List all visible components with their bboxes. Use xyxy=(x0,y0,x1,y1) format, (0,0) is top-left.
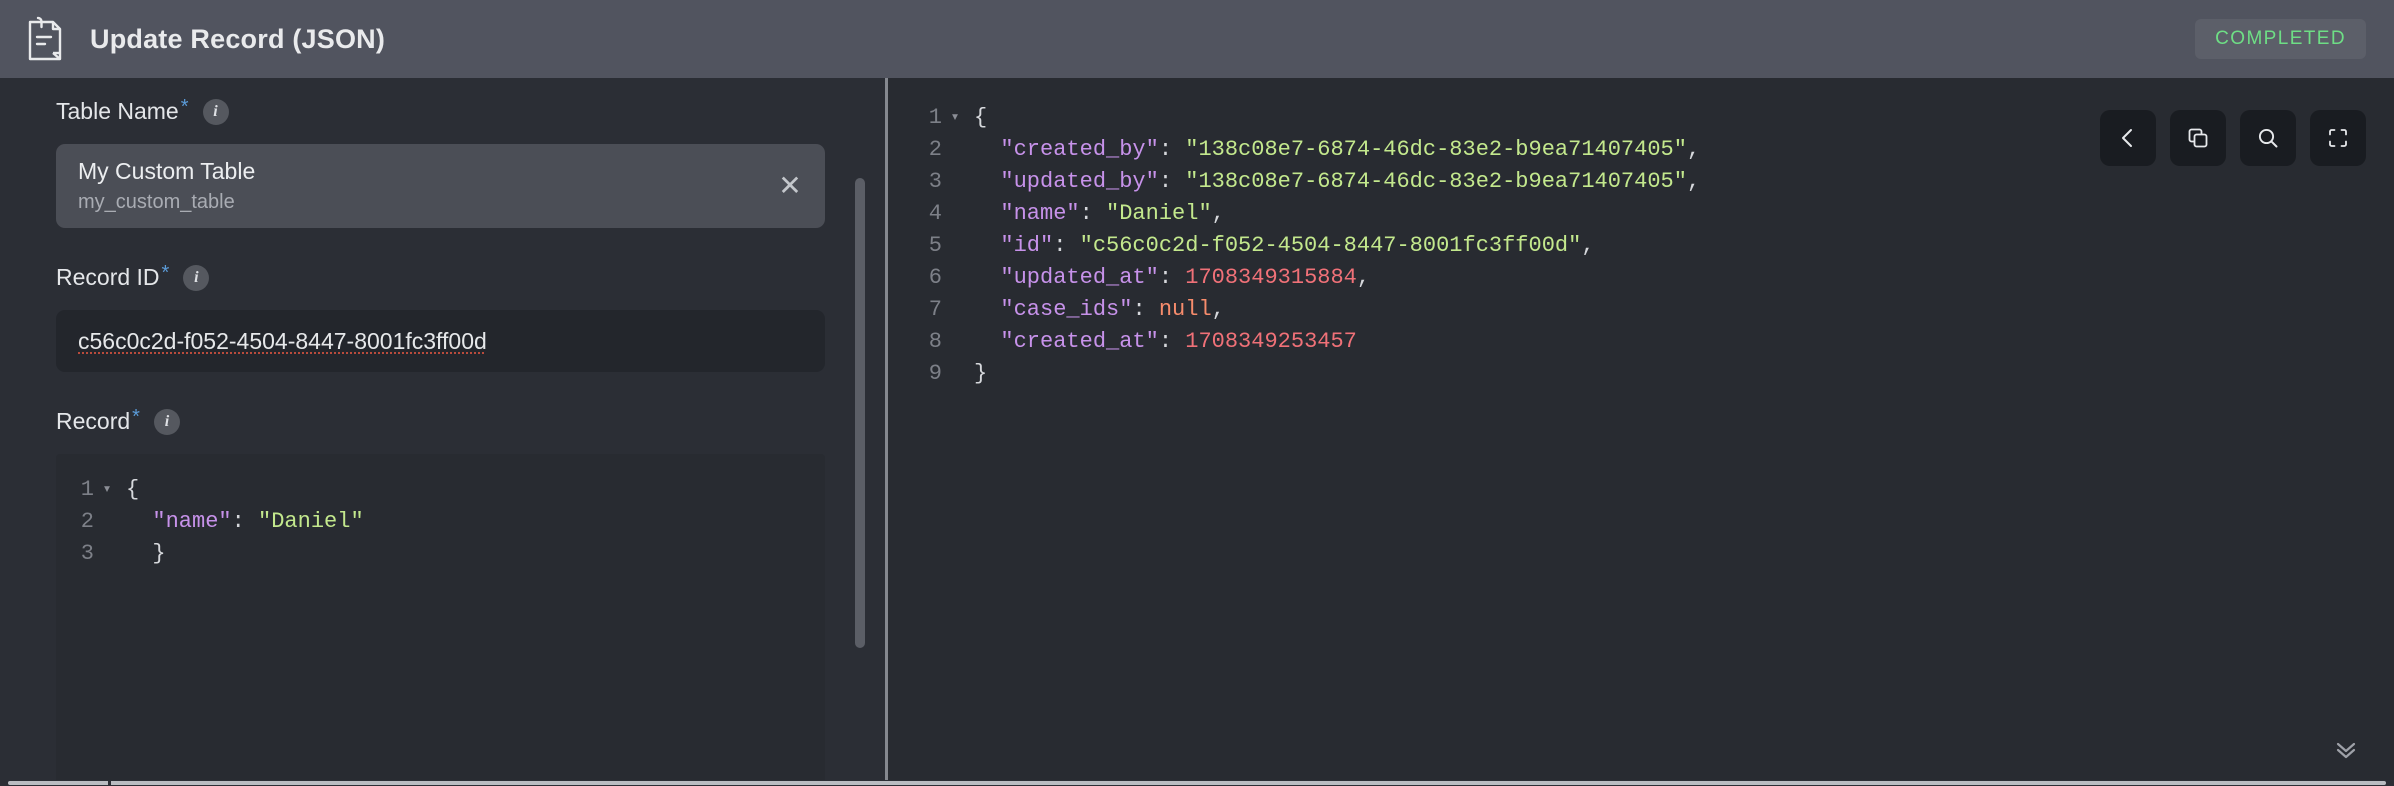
required-asterisk: * xyxy=(132,406,140,428)
code-text: "name": "Daniel" xyxy=(152,509,364,534)
required-asterisk: * xyxy=(161,262,170,284)
dialog-titlebar: Update Record (JSON) COMPLETED xyxy=(0,0,2394,78)
record-label-row: Record * i xyxy=(56,406,825,440)
line-number: 4 xyxy=(928,201,942,226)
code-line: 9▾} xyxy=(906,358,2394,390)
line-number: 9 xyxy=(928,361,942,386)
code-text: "created_at": 1708349253457 xyxy=(1000,329,1357,354)
required-asterisk: * xyxy=(180,96,189,118)
info-icon[interactable]: i xyxy=(153,409,180,435)
line-number: 8 xyxy=(928,329,942,354)
update-record-json-dialog: Update Record (JSON) COMPLETED Table Nam… xyxy=(0,0,2394,786)
info-icon[interactable]: i xyxy=(183,265,210,291)
chevron-left-icon xyxy=(2116,126,2140,150)
fullscreen-icon xyxy=(2326,126,2350,150)
json-output-pane: 1▾{2▾ "created_by": "138c08e7-6874-46dc-… xyxy=(888,78,2394,786)
record-id-input[interactable] xyxy=(56,310,825,372)
code-text: "updated_by": "138c08e7-6874-46dc-83e2-b… xyxy=(1000,169,1701,194)
table-name-slug: my_custom_table xyxy=(78,191,235,213)
info-icon[interactable]: i xyxy=(202,99,229,125)
copy-button[interactable] xyxy=(2170,110,2226,166)
horizontal-scrollbar[interactable] xyxy=(0,780,2394,786)
line-number: 3 xyxy=(928,169,942,194)
record-label: Record xyxy=(56,408,131,434)
code-line: 4▾ "name": "Daniel", xyxy=(906,198,2394,230)
code-line: 3▾ } xyxy=(56,538,825,570)
code-text: } xyxy=(974,361,988,386)
table-name-label: Table Name xyxy=(56,98,179,124)
scrollbar-thumb[interactable] xyxy=(855,178,865,648)
code-text: "case_ids": null, xyxy=(1000,297,1225,322)
status-badge: COMPLETED xyxy=(2195,19,2366,59)
scrollbar-divider xyxy=(108,780,111,786)
expand-more-button[interactable] xyxy=(2326,734,2366,768)
code-text: "updated_at": 1708349315884, xyxy=(1000,265,1371,290)
fold-toggle-icon[interactable]: ▾ xyxy=(942,102,968,134)
code-line: 1 ▾{ xyxy=(56,474,825,506)
record-json-editor[interactable]: 1▾{2▾ "name": "Daniel"3▾ } xyxy=(56,454,825,786)
line-number: 1 xyxy=(928,105,942,130)
table-name-value: My Custom Table xyxy=(78,158,256,184)
line-number: 5 xyxy=(928,233,942,258)
page-title: Update Record (JSON) xyxy=(90,23,386,54)
line-number: 6 xyxy=(928,265,942,290)
line-number: 2 xyxy=(928,137,942,162)
code-line: 8▾ "created_at": 1708349253457 xyxy=(906,326,2394,358)
code-text: } xyxy=(126,541,166,566)
code-text: { xyxy=(126,477,140,502)
code-line: 7▾ "case_ids": null, xyxy=(906,294,2394,326)
form-pane: Table Name * i My Custom Table my_custom… xyxy=(0,78,885,786)
code-line: 5▾ "id": "c56c0c2d-f052-4504-8447-8001fc… xyxy=(906,230,2394,262)
code-line: 3▾ "updated_by": "138c08e7-6874-46dc-83e… xyxy=(906,166,2394,198)
close-icon[interactable]: ✕ xyxy=(773,169,807,203)
code-text: "id": "c56c0c2d-f052-4504-8447-8001fc3ff… xyxy=(1000,233,1595,258)
copy-icon xyxy=(2186,126,2210,150)
line-number: 3 xyxy=(80,541,94,566)
back-button[interactable] xyxy=(2100,110,2156,166)
fullscreen-button[interactable] xyxy=(2310,110,2366,166)
code-line: 2▾ "name": "Daniel" xyxy=(56,506,825,538)
table-name-label-row: Table Name * i xyxy=(56,96,825,130)
code-line: 6▾ "updated_at": 1708349315884, xyxy=(906,262,2394,294)
record-id-label-row: Record ID * i xyxy=(56,262,825,296)
dialog-body: Table Name * i My Custom Table my_custom… xyxy=(0,78,2394,786)
record-id-label: Record ID xyxy=(56,264,160,290)
line-number: 2 xyxy=(80,509,94,534)
line-number: 7 xyxy=(928,297,942,322)
clipboard-document-icon xyxy=(22,13,68,65)
scrollbar-track[interactable] xyxy=(8,781,2386,785)
line-number: 1 xyxy=(80,477,94,502)
form-pane-scrollbar[interactable] xyxy=(855,140,865,780)
search-icon xyxy=(2256,126,2280,150)
chevrons-down-icon xyxy=(2332,737,2360,766)
table-name-select[interactable]: My Custom Table my_custom_table ✕ xyxy=(56,144,825,228)
fold-toggle-icon[interactable]: ▾ xyxy=(94,474,120,506)
json-toolbar xyxy=(2100,110,2366,166)
search-button[interactable] xyxy=(2240,110,2296,166)
code-text: "name": "Daniel", xyxy=(1000,201,1225,226)
